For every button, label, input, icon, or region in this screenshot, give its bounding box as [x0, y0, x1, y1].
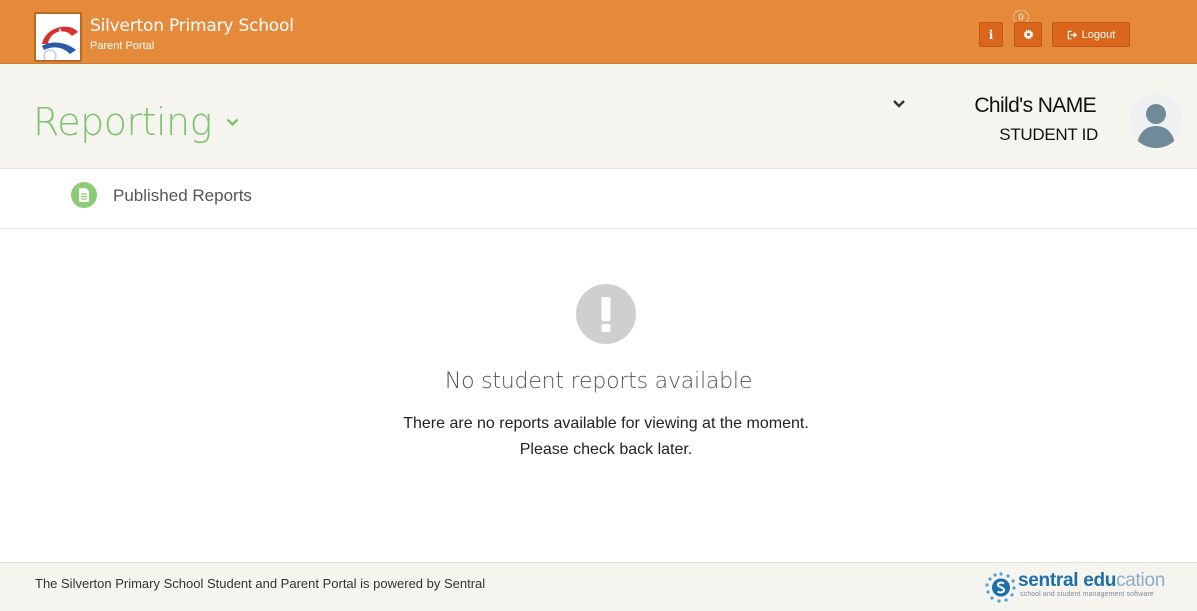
child-name: Child's NAME: [974, 94, 1096, 117]
brand-sentral: sentral: [1018, 570, 1079, 591]
logout-icon: [1067, 30, 1077, 39]
info-button[interactable]: i: [979, 22, 1003, 47]
brand-edu: edu: [1083, 570, 1117, 591]
page-title[interactable]: Reporting: [33, 100, 212, 144]
exclamation-icon: [576, 284, 636, 344]
student-id: STUDENT ID: [999, 125, 1098, 144]
brand-cation: cation: [1116, 570, 1165, 591]
footer-text: The Silverton Primary School Student and…: [35, 576, 486, 591]
brand-tagline: school and student management software: [1020, 591, 1154, 598]
user-silhouette-icon: [1137, 104, 1175, 148]
empty-state-title: No student reports available: [444, 369, 753, 394]
gear-icon: [1022, 29, 1034, 40]
logout-button[interactable]: Logout: [1052, 22, 1130, 47]
tab-published-reports[interactable]: Published Reports: [113, 186, 252, 206]
empty-state-message: There are no reports available for viewi…: [403, 415, 809, 432]
document-icon[interactable]: [71, 182, 97, 208]
student-switch-chevron-icon[interactable]: [892, 98, 906, 109]
school-logo[interactable]: [34, 12, 82, 62]
sentral-logo-icon[interactable]: [984, 571, 1018, 603]
logout-label: Logout: [1081, 28, 1116, 41]
chevron-down-icon[interactable]: [226, 117, 239, 127]
settings-button[interactable]: [1014, 22, 1042, 47]
sentral-brand[interactable]: sentral education: [1018, 570, 1165, 592]
portal-name: Parent Portal: [90, 40, 155, 52]
info-icon: i: [988, 27, 994, 42]
student-avatar[interactable]: [1129, 94, 1183, 148]
empty-state-hint: Please check back later.: [519, 441, 693, 458]
school-name[interactable]: Silverton Primary School: [90, 16, 294, 36]
